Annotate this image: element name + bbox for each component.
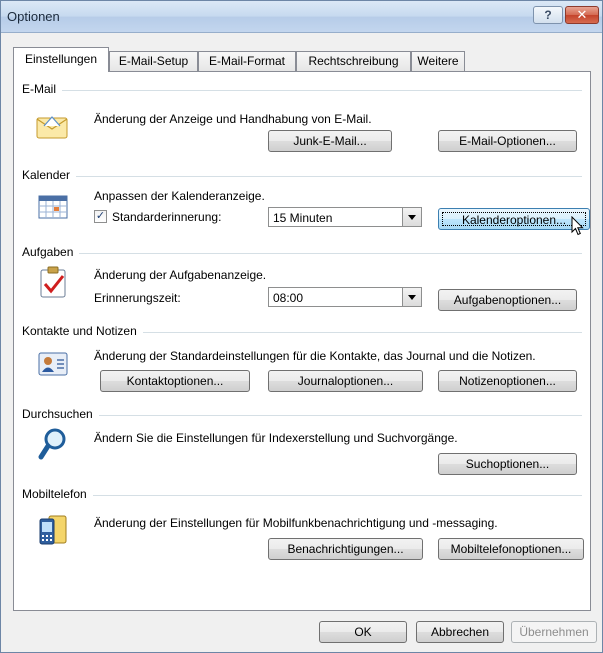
mobile-options-button[interactable]: Mobiltelefonoptionen... [438,538,584,560]
cancel-button[interactable]: Abbrechen [416,621,504,643]
calendar-icon [38,194,68,223]
section-title: Kalender [22,168,77,182]
default-reminder-value: 15 Minuten [273,211,333,225]
email-description: Änderung der Anzeige und Handhabung von … [94,112,372,126]
tasks-description: Änderung der Aufgabenanzeige. [94,268,267,282]
mobile-description: Änderung der Einstellungen für Mobilfunk… [94,516,498,530]
reminder-time-label: Erinnerungszeit: [94,291,181,305]
calendar-description: Anpassen der Kalenderanzeige. [94,189,265,203]
junk-email-button[interactable]: Junk-E-Mail... [268,130,392,152]
section-title: Kontakte und Notizen [22,324,143,338]
task-options-button[interactable]: Aufgabenoptionen... [438,289,577,311]
reminder-time-value: 08:00 [273,291,304,305]
chevron-down-icon[interactable] [402,208,421,226]
title-bar[interactable]: Optionen ? ✕ [1,1,602,33]
calendar-options-label: Kalenderoptionen... [442,212,586,227]
notes-options-button[interactable]: Notizenoptionen... [438,370,577,392]
search-options-button[interactable]: Suchoptionen... [438,453,577,475]
settings-panel: E-Mail Änderung der Anzeige und Handhabu… [13,71,591,611]
apply-button[interactable]: Übernehmen [511,621,597,643]
close-button[interactable]: ✕ [565,6,599,24]
section-title: E-Mail [22,82,63,96]
search-description: Ändern Sie die Einstellungen für Indexer… [94,431,458,445]
section-title: Durchsuchen [22,407,99,421]
contacts-description: Änderung der Standardeinstellungen für d… [94,349,536,363]
reminder-time-select[interactable]: 08:00 [268,287,422,307]
default-reminder-select[interactable]: 15 Minuten [268,207,422,227]
section-email: E-Mail [22,82,582,96]
email-options-button[interactable]: E-Mail-Optionen... [438,130,577,152]
journal-options-button[interactable]: Journaloptionen... [268,370,423,392]
calendar-options-button[interactable]: Kalenderoptionen... [438,208,590,230]
section-contacts: Kontakte und Notizen [22,324,582,338]
section-calendar: Kalender [22,168,582,182]
tab-weitere[interactable]: Weitere [411,51,465,71]
section-divider [22,176,582,177]
section-divider [22,415,582,416]
envelope-icon [36,114,68,143]
section-search: Durchsuchen [22,407,582,421]
contact-options-button[interactable]: Kontaktoptionen... [100,370,250,392]
options-dialog: Optionen ? ✕ Einstellungen E-Mail-Setup … [0,0,603,653]
tab-rechtschreibung[interactable]: Rechtschreibung [296,51,411,71]
tab-einstellungen[interactable]: Einstellungen [13,47,109,72]
tab-email-setup[interactable]: E-Mail-Setup [109,51,198,71]
help-button[interactable]: ? [533,6,563,24]
default-reminder-label: Standarderinnerung: [112,210,222,224]
task-clipboard-icon [38,266,68,301]
mouse-cursor-icon [571,215,585,239]
contact-card-icon [38,352,68,379]
ok-button[interactable]: OK [319,621,407,643]
section-divider [22,90,582,91]
default-reminder-checkbox[interactable]: ✓ [94,210,107,223]
section-mobile: Mobiltelefon [22,487,582,501]
section-title: Mobiltelefon [22,487,93,501]
section-divider [22,253,582,254]
window-title: Optionen [7,9,60,24]
mobile-phone-icon [38,514,68,549]
magnifier-icon [38,427,68,464]
notifications-button[interactable]: Benachrichtigungen... [268,538,423,560]
section-divider [22,495,582,496]
chevron-down-icon[interactable] [402,288,421,306]
section-tasks: Aufgaben [22,245,582,259]
section-title: Aufgaben [22,245,80,259]
tab-email-format[interactable]: E-Mail-Format [198,51,296,71]
